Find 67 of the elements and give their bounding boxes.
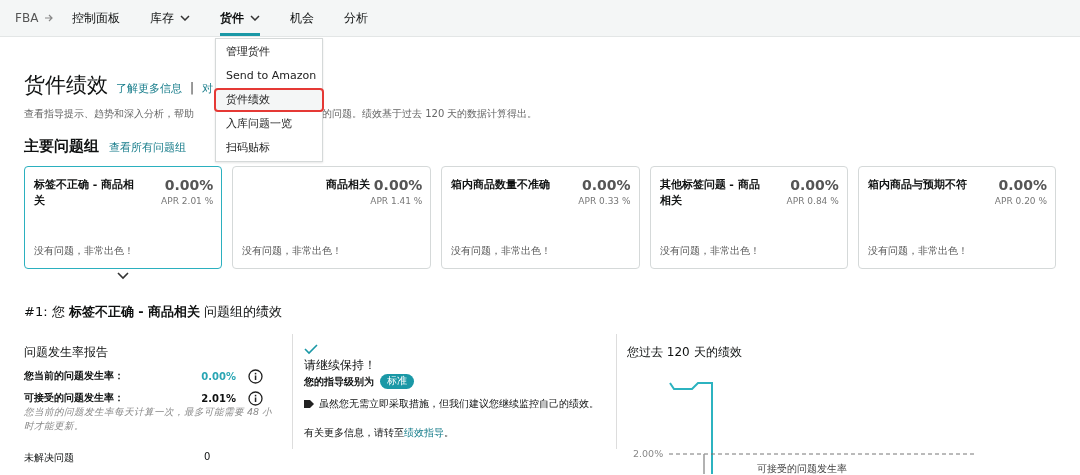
card-title: 标签不正确 - 商品相关 xyxy=(34,177,136,209)
status-text: 没有问题，非常出色！ xyxy=(242,244,344,258)
nav-tab[interactable]: 机会 xyxy=(290,0,315,36)
rate-label: 可接受的问题发生率： xyxy=(24,391,125,405)
view-all-link[interactable]: 查看所有问题组 xyxy=(109,140,186,155)
unresolved-label: 未解决问题 xyxy=(24,451,75,465)
rate-value: 0.00% xyxy=(997,177,1047,193)
guidance-link[interactable]: 绩效指导 xyxy=(404,427,444,438)
reference-line-label: 可接受的问题发生率 xyxy=(757,462,847,475)
nav-tab[interactable]: 控制面板 xyxy=(72,0,121,36)
info-icon xyxy=(248,368,263,384)
menu-item[interactable]: 入库问题一览 xyxy=(216,112,322,136)
issue-card[interactable]: 标签不正确 - 商品相关 0.00% APR 2.01 % 没有问题，非常出色！ xyxy=(24,166,223,269)
separator: | xyxy=(190,81,195,95)
issue-card[interactable]: 箱内商品数量不准确 0.00% APR 0.33 % 没有问题，非常出色！ xyxy=(441,166,640,269)
header-link[interactable]: 了解更多信息 xyxy=(116,81,182,96)
tag-icon xyxy=(304,400,314,408)
level-badge: 标准 xyxy=(380,374,414,389)
panel-title: 问题发生率报告 xyxy=(24,344,109,361)
guidance-text: 虽然您无需立即采取措施，但我们建议您继续监控自己的绩效。 xyxy=(319,397,599,411)
apr-value: APR 0.33 % xyxy=(578,196,631,206)
chevron-down-icon xyxy=(117,272,130,280)
guidance-title: 请继续保持！ xyxy=(304,357,377,374)
rate-value: 0.00% xyxy=(372,177,423,193)
header-link[interactable]: 对 xyxy=(202,81,214,96)
rate-value: 0.00% xyxy=(163,177,214,193)
level-label: 您的指导级别为 xyxy=(304,374,374,389)
menu-item[interactable]: 货件绩效 xyxy=(214,88,324,112)
status-text: 没有问题，非常出色！ xyxy=(659,244,761,258)
panel-title: 您过去 120 天的绩效 xyxy=(627,344,743,361)
breadcrumb-link[interactable]: FBA xyxy=(15,11,39,25)
issue-card[interactable]: 商品相关 0.00% APR 1.41 % 没有问题，非常出色！ xyxy=(232,166,432,269)
section-title: 主要问题组 xyxy=(24,137,99,156)
apr-value: APR 1.41 % xyxy=(370,196,423,206)
apr-value: APR 2.01 % xyxy=(161,196,214,206)
issue-card[interactable]: 箱内商品与预期不符 0.00% APR 0.20 % 没有问题，非常出色！ xyxy=(857,166,1056,269)
status-text: 没有问题，非常出色！ xyxy=(867,244,969,258)
menu-item[interactable]: 管理货件 xyxy=(216,40,322,64)
rate-value: 0.00% xyxy=(580,177,631,193)
card-title: 其他标签问题 - 商品相关 xyxy=(659,177,761,209)
arrow-icon xyxy=(44,13,55,23)
note-text: 您当前的问题发生率每天计算一次，最多可能需要 48 小时才能更新。 xyxy=(24,405,274,433)
rate-label: 您当前的问题发生率： xyxy=(24,369,125,383)
card-title: 箱内商品数量不准确 xyxy=(451,177,552,193)
nav-tab[interactable]: 分析 xyxy=(344,0,369,36)
description-text: 查看指导提示、趋势和深入分析，帮助 xyxy=(24,107,194,121)
issue-card[interactable]: 其他标签问题 - 商品相关 0.00% APR 0.84 % 没有问题，非常出色！ xyxy=(649,166,848,269)
menu-item[interactable]: 扫码贴标 xyxy=(216,136,322,160)
description-text: 的问题。绩效基于过去 120 天的数据计算得出。 xyxy=(322,107,538,121)
rate-value: 0.00% xyxy=(200,370,236,382)
status-text: 没有问题，非常出色！ xyxy=(451,244,553,258)
page-title: 货件绩效 xyxy=(24,72,108,99)
info-icon xyxy=(248,390,263,406)
axis-label: 2.00% xyxy=(633,448,664,459)
section-heading: #1: 您 标签不正确 - 商品相关 问题组的绩效 xyxy=(24,303,284,321)
nav-tab[interactable]: 库存 xyxy=(150,0,191,36)
check-icon xyxy=(304,344,318,355)
card-title: 商品相关 xyxy=(326,177,371,193)
unresolved-count: 0 xyxy=(204,451,211,464)
card-title: 箱内商品与预期不符 xyxy=(867,177,968,193)
rate-value: 2.01% xyxy=(200,392,236,404)
status-text: 没有问题，非常出色！ xyxy=(34,244,135,258)
apr-value: APR 0.84 % xyxy=(786,196,839,206)
rate-value: 0.00% xyxy=(789,177,839,193)
more-info-text: 有关更多信息，请转至绩效指导。 xyxy=(304,426,455,440)
menu-item[interactable]: Send to Amazon xyxy=(216,64,322,88)
apr-value: APR 0.20 % xyxy=(994,196,1047,206)
